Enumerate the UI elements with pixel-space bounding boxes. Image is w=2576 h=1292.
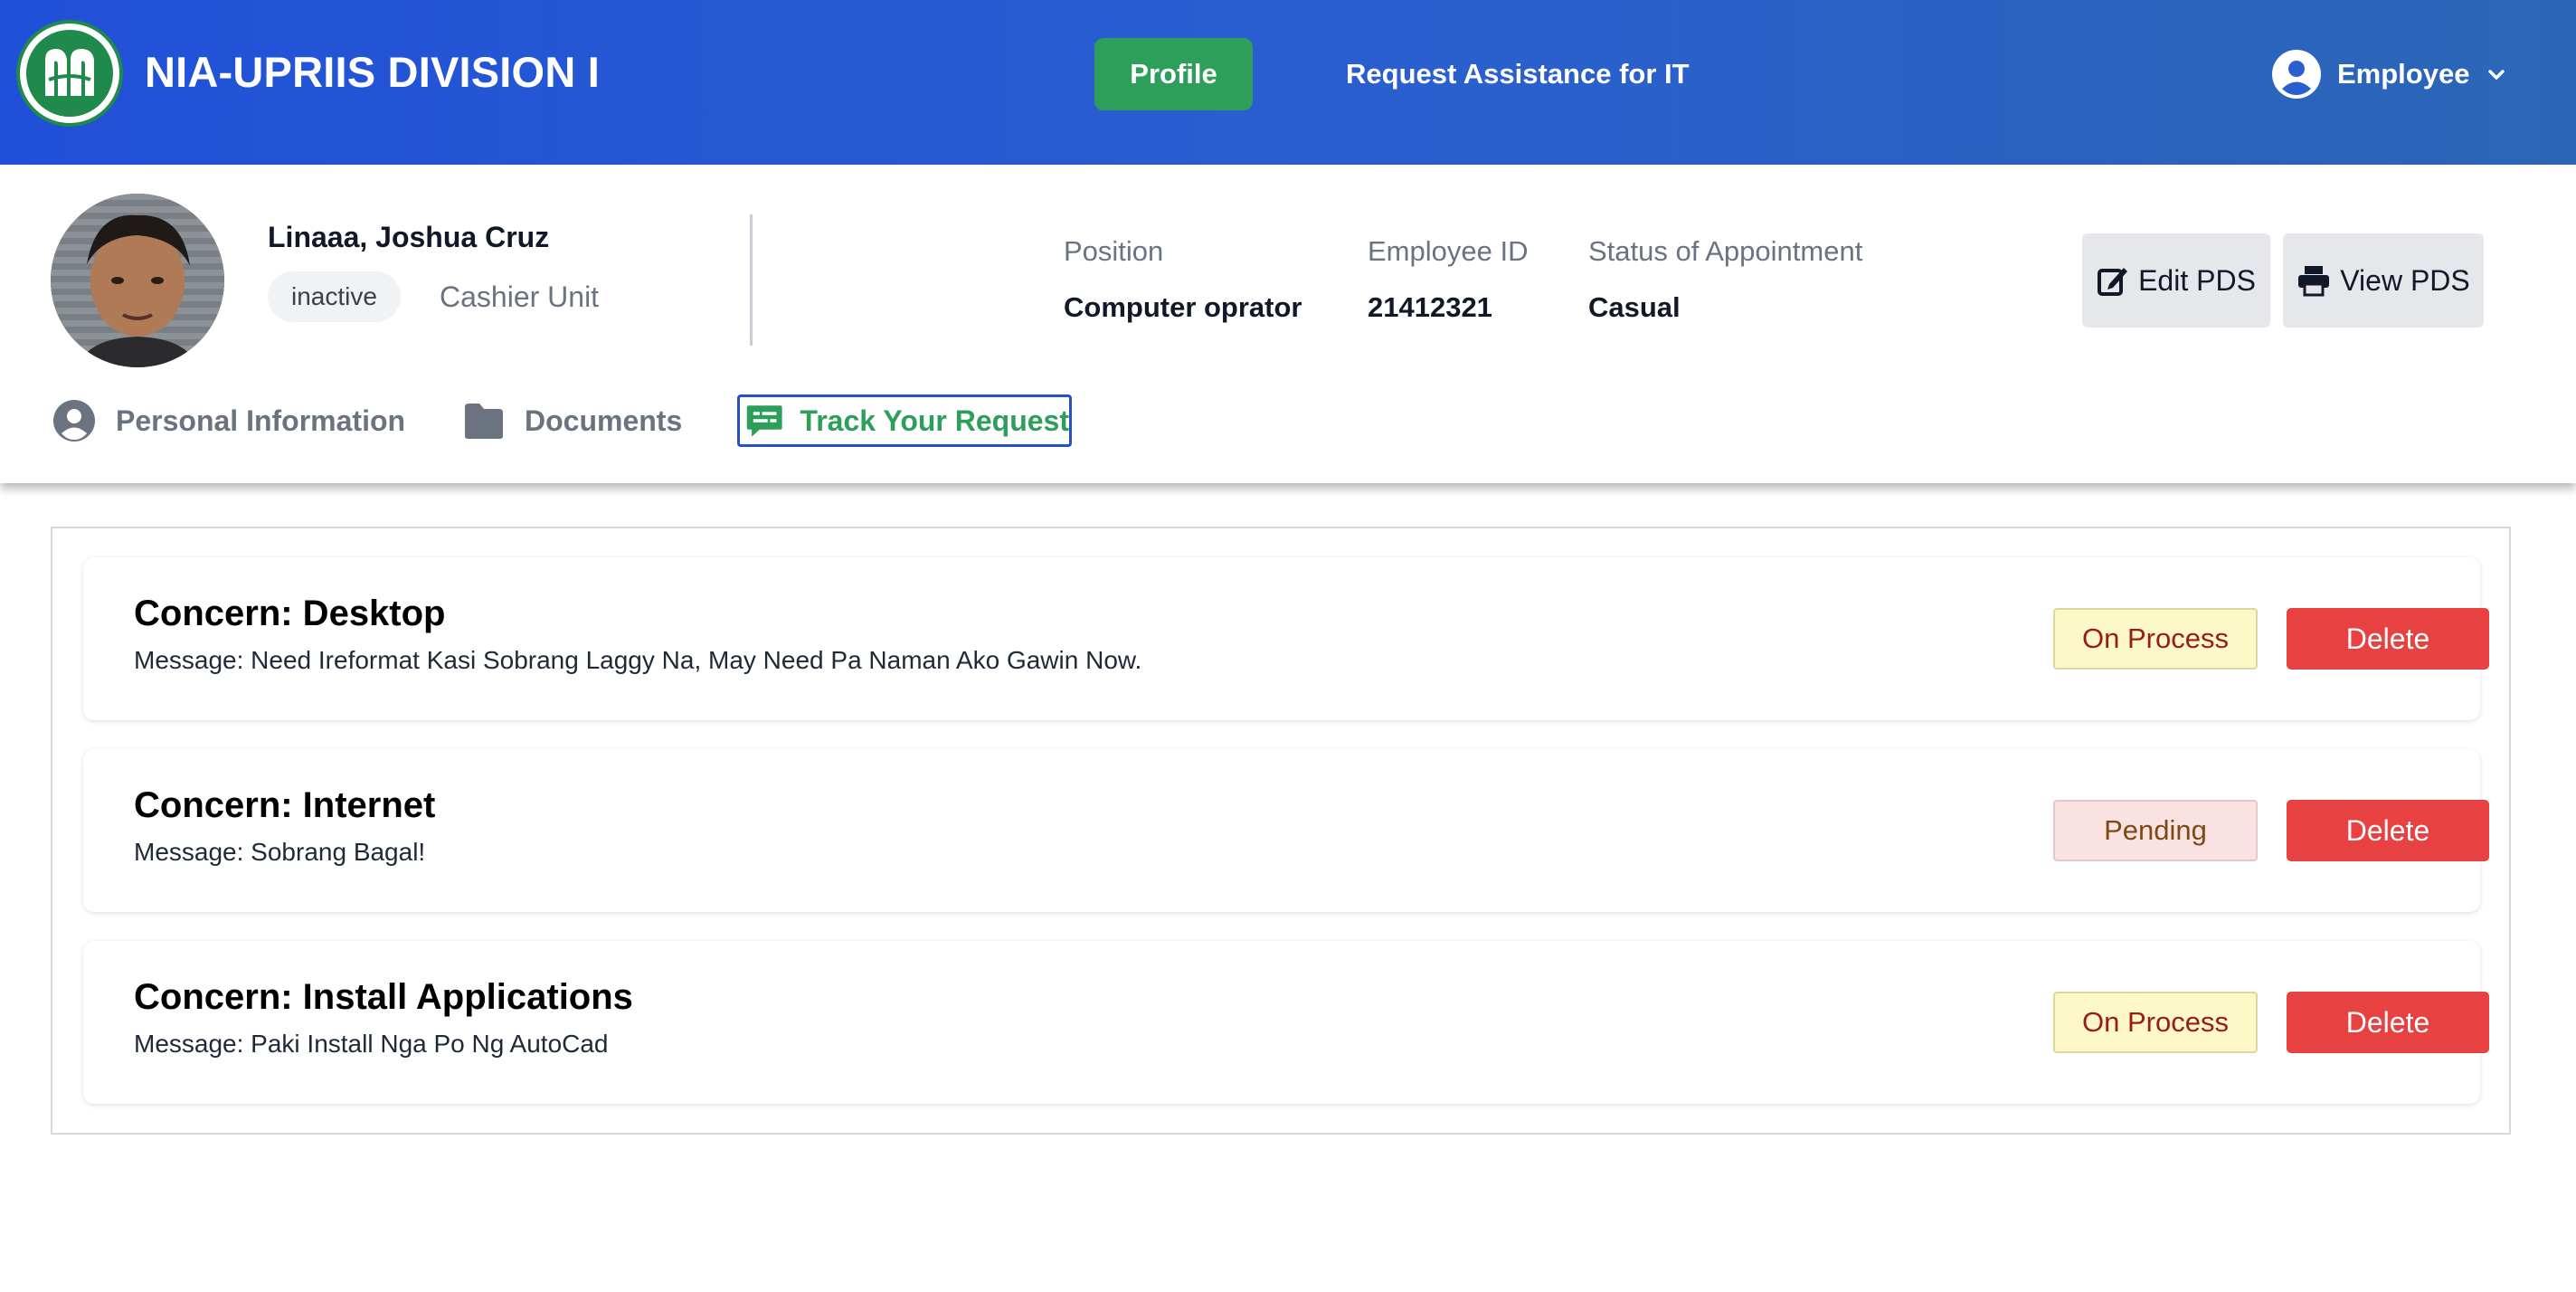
folder-icon xyxy=(465,404,503,439)
edit-pds-label: Edit PDS xyxy=(2138,263,2256,297)
request-card: Concern: Desktop Message: Need Ireformat… xyxy=(83,557,2489,720)
view-pds-label: View PDS xyxy=(2340,263,2470,297)
info-value: Computer oprator xyxy=(1064,291,1302,323)
nav-profile-button[interactable]: Profile xyxy=(1094,38,1253,110)
info-label: Employee ID xyxy=(1368,235,1529,267)
tab-label: Personal Information xyxy=(116,404,406,437)
delete-button[interactable]: Delete xyxy=(2287,800,2489,861)
tab-label: Track Your Request xyxy=(800,404,1069,437)
user-menu-label: Employee xyxy=(2337,58,2470,90)
vertical-divider xyxy=(750,214,753,346)
employee-unit: Cashier Unit xyxy=(440,280,600,313)
avatar xyxy=(51,194,224,367)
request-concern: Concern: Internet xyxy=(134,785,436,825)
user-circle-icon xyxy=(2272,50,2321,99)
info-employee-id: Employee ID 21412321 xyxy=(1368,235,1528,324)
edit-icon xyxy=(2098,268,2128,296)
top-navbar: NIA-UPRIIS DIVISION I Profile Request As… xyxy=(0,0,2576,165)
tab-documents[interactable]: Documents xyxy=(463,394,682,447)
tab-track-your-request[interactable]: Track Your Request xyxy=(737,394,1072,447)
delete-button[interactable]: Delete xyxy=(2287,608,2489,670)
employee-name: Linaaa, Joshua Cruz xyxy=(268,221,550,253)
user-menu[interactable]: Employee xyxy=(2272,47,2507,101)
request-concern: Concern: Desktop xyxy=(134,594,446,633)
info-label: Position xyxy=(1064,235,1164,267)
requests-list: Concern: Desktop Message: Need Ireformat… xyxy=(51,527,2511,1135)
request-status-badge: On Process xyxy=(2053,992,2258,1053)
brand-title: NIA-UPRIIS DIVISION I xyxy=(145,48,600,96)
info-label: Status of Appointment xyxy=(1588,235,1863,267)
tab-personal-information[interactable]: Personal Information xyxy=(52,394,405,447)
request-status-badge: On Process xyxy=(2053,608,2258,670)
request-message: Message: Paki Install Nga Po Ng AutoCad xyxy=(134,1030,609,1058)
view-pds-button[interactable]: View PDS xyxy=(2283,233,2484,328)
request-message: Message: Need Ireformat Kasi Sobrang Lag… xyxy=(134,646,1142,674)
profile-panel: Linaaa, Joshua Cruz inactive Cashier Uni… xyxy=(0,165,2576,483)
info-value: 21412321 xyxy=(1368,291,1492,323)
request-status-badge: Pending xyxy=(2053,800,2258,861)
delete-button[interactable]: Delete xyxy=(2287,992,2489,1053)
avatar-photo xyxy=(51,194,224,367)
user-circle-icon xyxy=(53,400,95,442)
info-position: Position Computer oprator xyxy=(1064,235,1302,324)
status-badge: inactive xyxy=(268,271,401,322)
chevron-down-icon xyxy=(2488,70,2505,80)
request-concern: Concern: Install Applications xyxy=(134,977,633,1017)
nia-logo-icon xyxy=(45,49,94,96)
request-card: Concern: Install Applications Message: P… xyxy=(83,941,2489,1104)
info-value: Casual xyxy=(1588,291,1681,323)
printer-icon xyxy=(2298,266,2330,297)
edit-pds-button[interactable]: Edit PDS xyxy=(2082,233,2270,328)
nia-logo[interactable] xyxy=(16,20,123,127)
tab-label: Documents xyxy=(525,404,683,437)
request-message: Message: Sobrang Bagal! xyxy=(134,838,426,866)
request-card: Concern: Internet Message: Sobrang Bagal… xyxy=(83,749,2489,912)
info-status-of-appointment: Status of Appointment Casual xyxy=(1588,235,1862,324)
chat-message-icon xyxy=(746,405,782,437)
nav-request-assistance-link[interactable]: Request Assistance for IT xyxy=(1346,38,1690,110)
